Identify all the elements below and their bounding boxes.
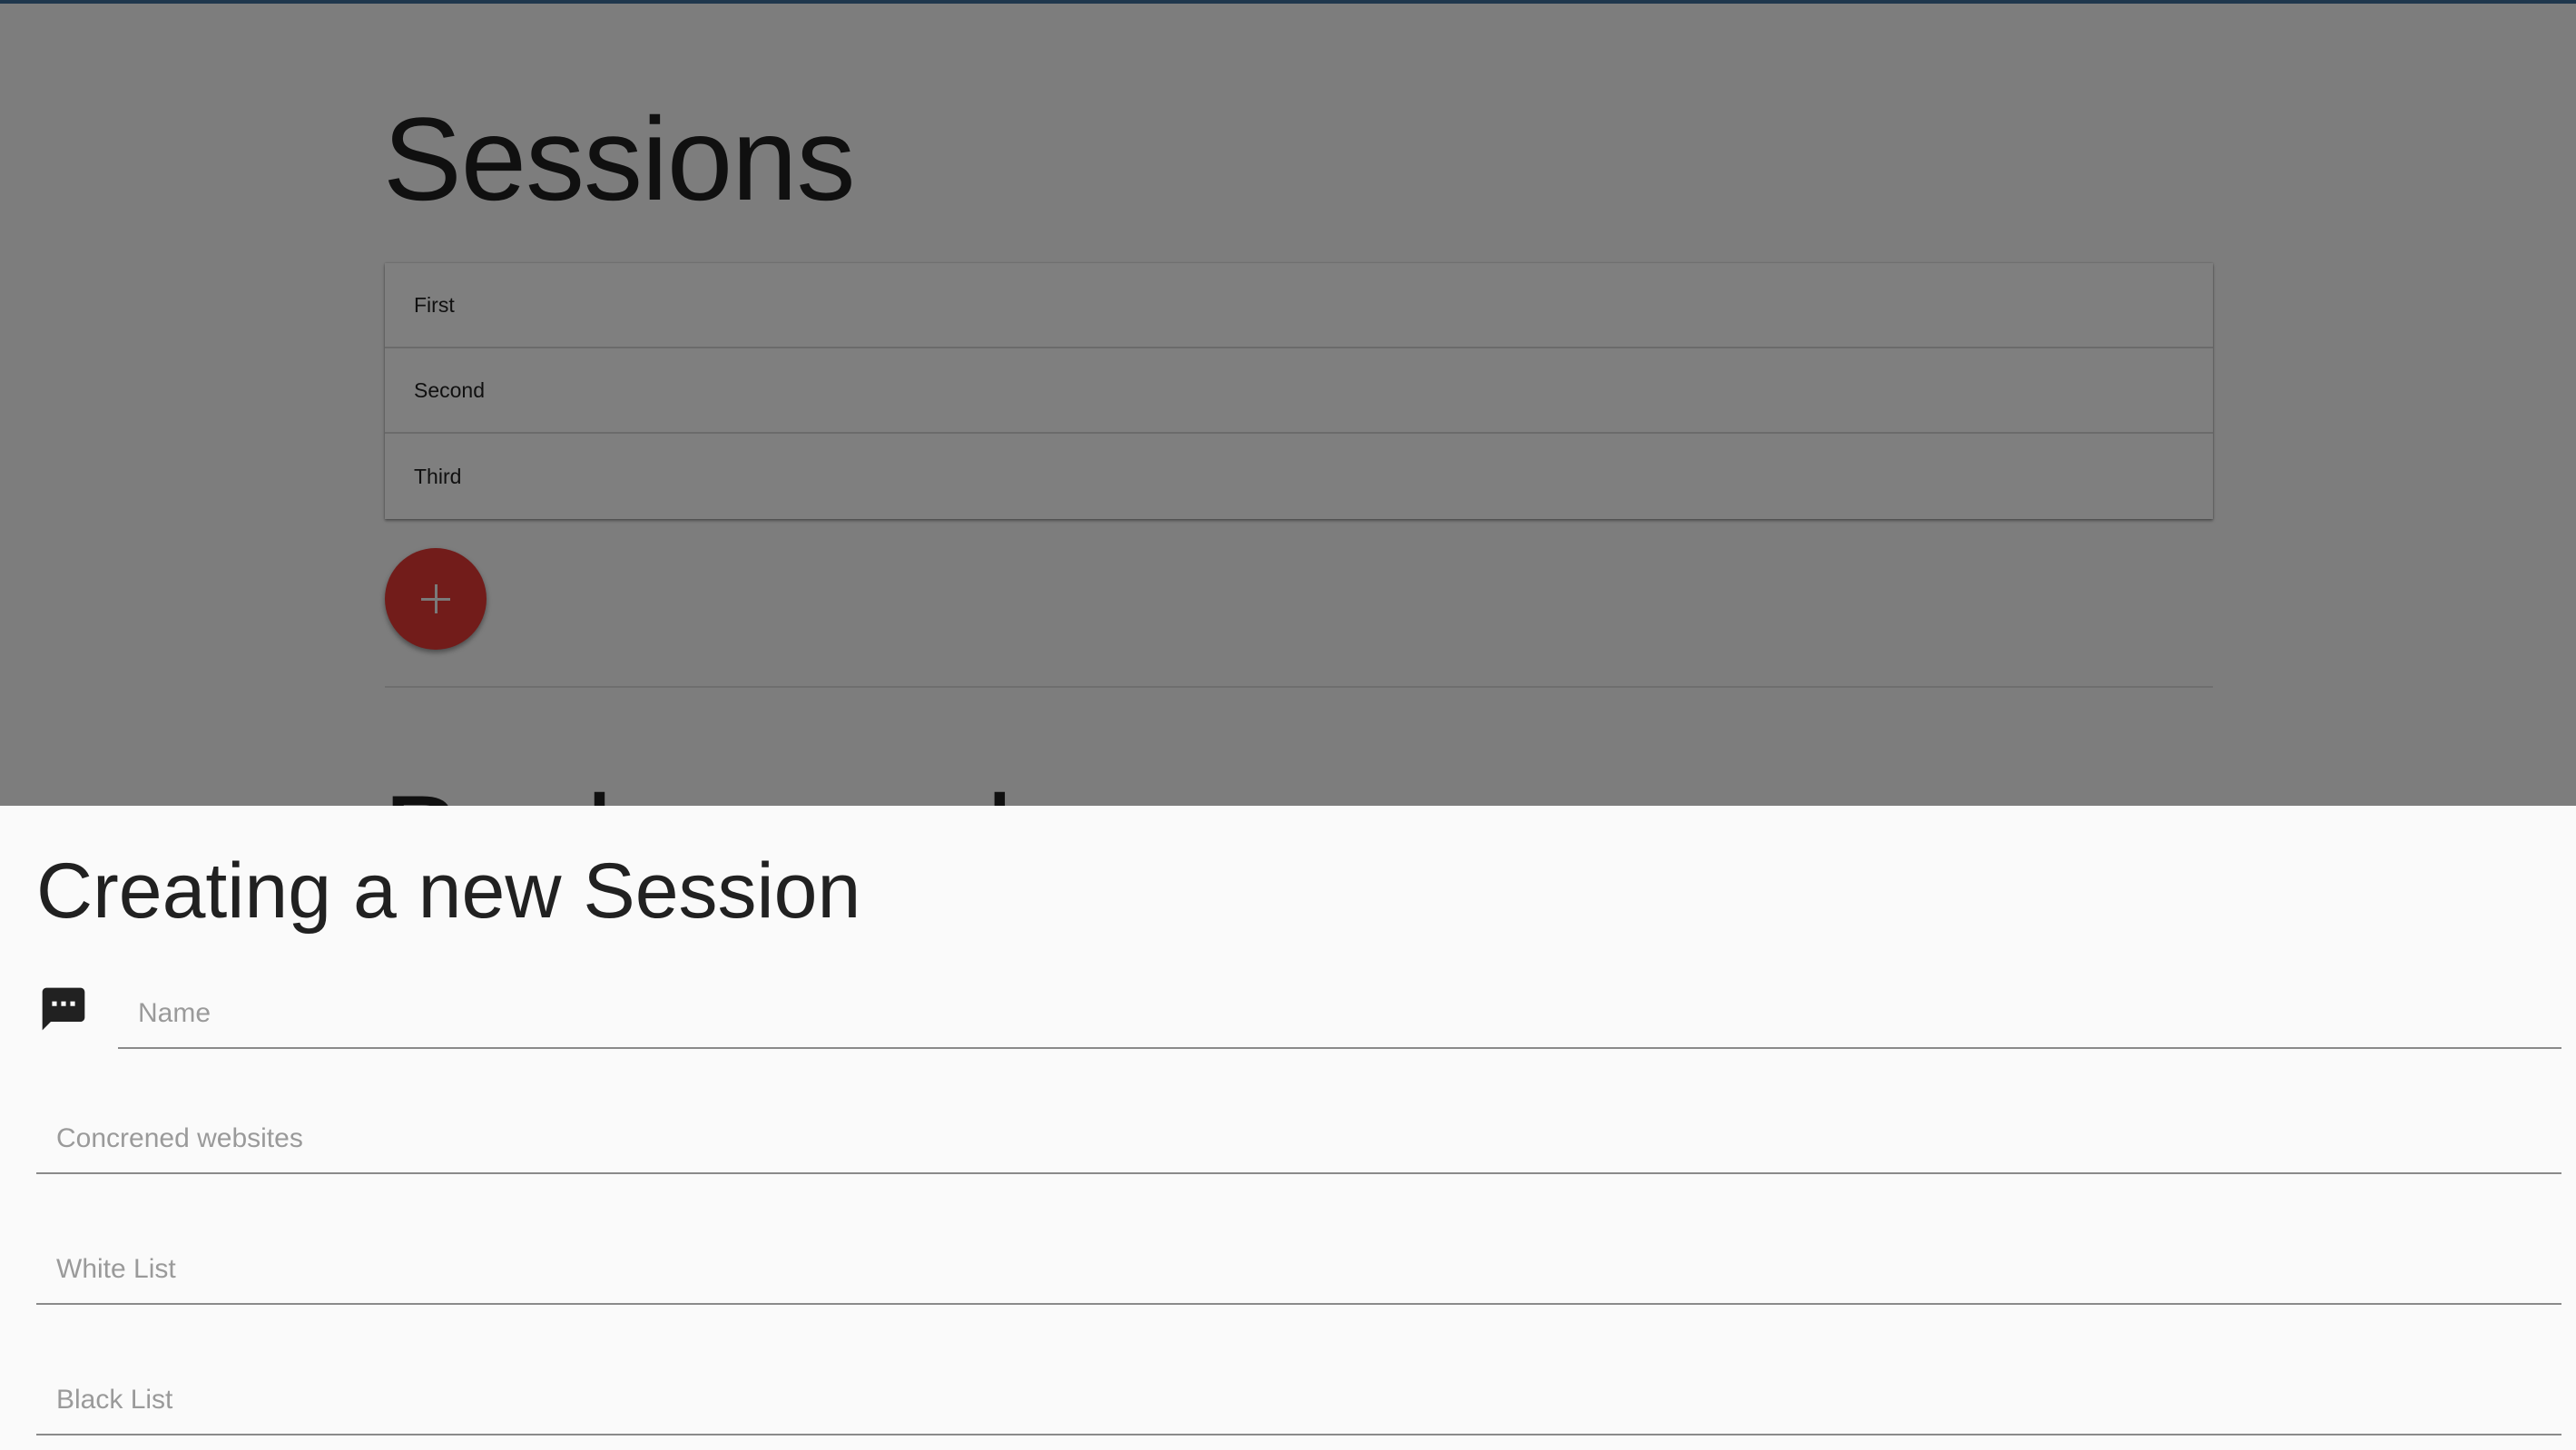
new-session-sheet: Creating a new Session — [0, 806, 2576, 1450]
concerned-websites-input[interactable] — [36, 1105, 2561, 1172]
black-list-input[interactable] — [36, 1367, 2561, 1434]
modal-scrim[interactable] — [0, 0, 2576, 806]
chat-bubble-icon — [42, 987, 85, 1031]
concerned-websites-field — [36, 1105, 2561, 1174]
white-list-field — [36, 1236, 2561, 1305]
white-list-input[interactable] — [36, 1236, 2561, 1303]
name-field — [118, 980, 2561, 1049]
black-list-field — [36, 1367, 2561, 1435]
name-input[interactable] — [118, 980, 2561, 1047]
sheet-title: Creating a new Session — [36, 847, 861, 935]
